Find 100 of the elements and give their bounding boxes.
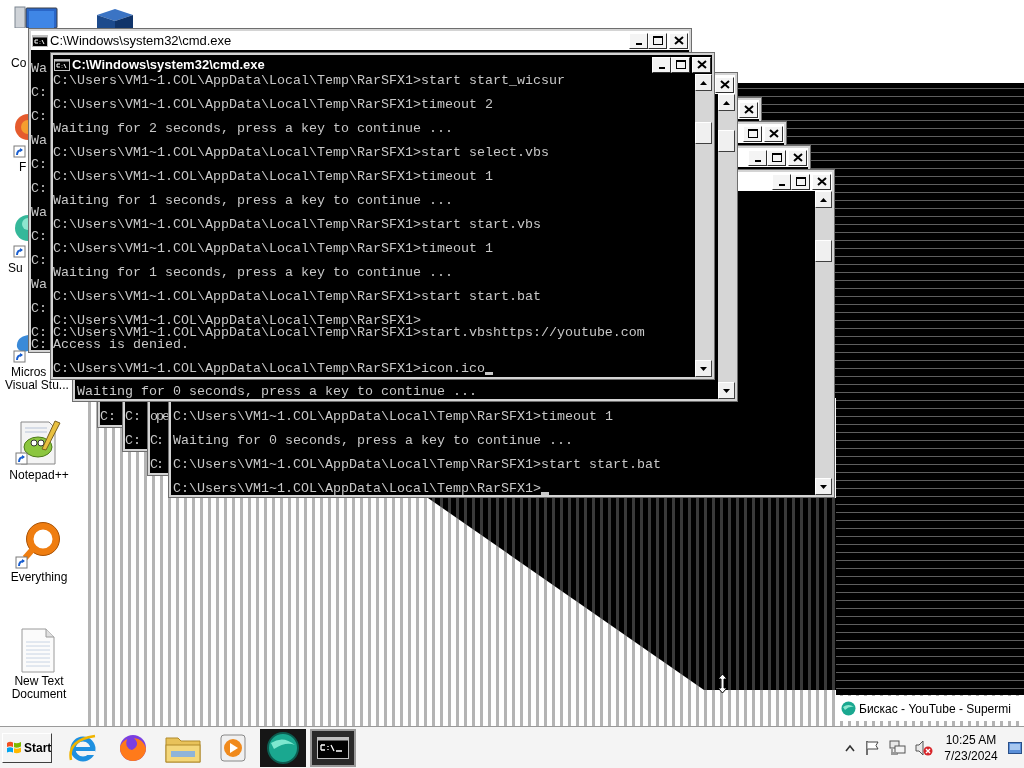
console-line: C: bbox=[31, 327, 47, 339]
show-desktop-icon[interactable] bbox=[1008, 739, 1022, 756]
chevron-up-icon[interactable] bbox=[845, 743, 855, 752]
taskbar-button[interactable] bbox=[260, 728, 306, 767]
arrow-down-icon bbox=[820, 484, 827, 489]
start-button[interactable]: Start bbox=[2, 732, 52, 763]
console-line: Access is denied. bbox=[53, 339, 189, 351]
close-icon bbox=[768, 129, 779, 138]
console-line: Wa bbox=[31, 279, 47, 291]
scroll-up-button[interactable] bbox=[718, 94, 735, 111]
console-line: C:\Users\VM1~1.COL\AppData\Local\Temp\RarSFX1>start start_wicsur bbox=[53, 75, 565, 87]
scrollbar[interactable] bbox=[815, 191, 832, 495]
console-line: C: bbox=[31, 231, 47, 243]
console-line: C:\Users\VM1~1.COL\AppData\Local\Temp\RarSFX1> bbox=[53, 315, 421, 327]
console-line: C:\Users\VM1~1.COL\AppData\Local\Temp\RarSFX1>start start.vbs bbox=[53, 219, 541, 231]
flag-icon[interactable] bbox=[864, 739, 880, 756]
icon-label[interactable]: Su bbox=[8, 262, 23, 275]
console-line: C:\Users\VM1~1.COL\AppData\Local\Temp\RarSFX1>start start.bat bbox=[173, 459, 661, 471]
maximize-icon bbox=[795, 177, 806, 186]
speaker-muted-icon[interactable] bbox=[915, 739, 933, 756]
scroll-down-button[interactable] bbox=[815, 478, 832, 495]
console-line: C:\Users\VM1~1.COL\AppData\Local\Temp\RarSFX1>start start.bat bbox=[53, 291, 541, 303]
console-line: Waiting for 0 seconds, press a key to continue ... bbox=[173, 435, 573, 447]
console-line: C:\Users\VM1~1.COL\AppData\Local\Temp\RarSFX1>icon.ico bbox=[53, 363, 485, 375]
maximize-icon bbox=[747, 129, 758, 138]
network-icon[interactable] bbox=[889, 739, 906, 756]
console-line: ope bbox=[150, 411, 168, 423]
icon-label[interactable]: Notepad++ bbox=[0, 469, 78, 482]
orb-icon bbox=[266, 730, 300, 765]
console-line: C:\Users\VM1~1.COL\AppData\Local\Temp\RarSFX1>timeout 1 bbox=[173, 411, 613, 423]
console-line: C: bbox=[31, 303, 47, 315]
close-button[interactable] bbox=[812, 173, 831, 190]
icon-label[interactable]: New Text Document bbox=[0, 675, 78, 701]
maximize-icon bbox=[652, 36, 663, 45]
scroll-down-button[interactable] bbox=[695, 360, 712, 377]
shortcut-icon[interactable] bbox=[13, 333, 28, 363]
minimize-button[interactable] bbox=[652, 56, 671, 73]
close-button[interactable] bbox=[764, 125, 783, 142]
maximize-button[interactable] bbox=[767, 149, 786, 166]
close-button[interactable] bbox=[669, 32, 688, 49]
window-title: Бискас - YouTube - Supermi bbox=[859, 701, 1011, 716]
console-line: Wa bbox=[31, 207, 47, 219]
icon-label[interactable]: Everything bbox=[0, 571, 78, 584]
taskbar-button[interactable] bbox=[310, 728, 356, 767]
close-button[interactable] bbox=[788, 149, 807, 166]
maximize-button[interactable] bbox=[671, 56, 690, 73]
minimize-icon bbox=[778, 183, 785, 186]
arrow-up-icon bbox=[723, 100, 730, 105]
minimize-button[interactable] bbox=[629, 32, 648, 49]
magnifier-icon[interactable] bbox=[15, 520, 61, 570]
shortcut-icon[interactable] bbox=[13, 214, 28, 260]
console-line: Waiting for 1 seconds, press a key to continue ... bbox=[53, 195, 453, 207]
scrollbar[interactable] bbox=[695, 74, 712, 377]
console-line: C: bbox=[125, 411, 141, 423]
close-button[interactable] bbox=[715, 76, 734, 93]
console-line: C:\Users\VM1~1.COL\AppData\Local\Temp\RarSFX1>timeout 1 bbox=[53, 243, 493, 255]
close-button[interactable] bbox=[739, 101, 758, 118]
icon-label[interactable]: Visual Stu... bbox=[5, 379, 69, 392]
window-title: C:\Windows\system32\cmd.exe bbox=[50, 33, 232, 48]
console-line: C: bbox=[31, 183, 47, 195]
maximize-button[interactable] bbox=[791, 173, 810, 190]
console-line: C:\Users\VM1~1.COL\AppData\Local\Temp\RarSFX1>timeout 1 bbox=[53, 171, 493, 183]
console-line: C:\Users\VM1~1.COL\AppData\Local\Temp\RarSFX1> bbox=[173, 483, 541, 495]
console-line: Waiting for 0 seconds, press a key to continue ... bbox=[77, 386, 477, 398]
scroll-up-button[interactable] bbox=[695, 74, 712, 91]
scroll-thumb[interactable] bbox=[695, 122, 712, 144]
scrollbar[interactable] bbox=[718, 94, 735, 399]
console-line: C: bbox=[31, 255, 47, 267]
icon-label[interactable]: Micros bbox=[11, 366, 47, 379]
icon-label[interactable]: Co bbox=[11, 57, 27, 70]
scroll-thumb[interactable] bbox=[718, 130, 735, 152]
minimize-button[interactable] bbox=[748, 149, 767, 166]
minimize-icon bbox=[635, 42, 642, 45]
arrow-down-icon bbox=[723, 388, 730, 393]
console-line: C: bbox=[31, 159, 47, 171]
close-icon bbox=[792, 153, 803, 162]
cube-icon[interactable] bbox=[95, 8, 135, 28]
icon-label[interactable]: F bbox=[19, 161, 27, 174]
computer-icon[interactable] bbox=[14, 6, 58, 28]
browser-logo-icon bbox=[68, 732, 98, 763]
notepad-icon[interactable] bbox=[15, 420, 61, 466]
console-line: C: bbox=[150, 435, 162, 447]
terminal-icon bbox=[317, 736, 349, 759]
clock-time[interactable]: 10:25 AM bbox=[945, 731, 997, 748]
close-button[interactable] bbox=[692, 56, 711, 73]
maximize-button[interactable] bbox=[743, 125, 762, 142]
scroll-thumb[interactable] bbox=[815, 240, 832, 262]
console-line: C: bbox=[100, 411, 116, 423]
console-line: C:\Users\VM1~1.COL\AppData\Local\Temp\RarSFX1>start select.vbs bbox=[53, 147, 549, 159]
scroll-up-button[interactable] bbox=[815, 191, 832, 208]
clock-date[interactable]: 7/23/2024 bbox=[944, 747, 998, 764]
arrow-up-icon bbox=[700, 80, 707, 85]
close-icon bbox=[673, 36, 684, 45]
console-line: C: bbox=[150, 459, 162, 471]
maximize-button[interactable] bbox=[648, 32, 667, 49]
scroll-down-button[interactable] bbox=[718, 382, 735, 399]
arrow-up-icon bbox=[820, 197, 827, 202]
play-icon bbox=[219, 732, 247, 763]
console-line: C: bbox=[31, 111, 47, 123]
minimize-button[interactable] bbox=[772, 173, 791, 190]
